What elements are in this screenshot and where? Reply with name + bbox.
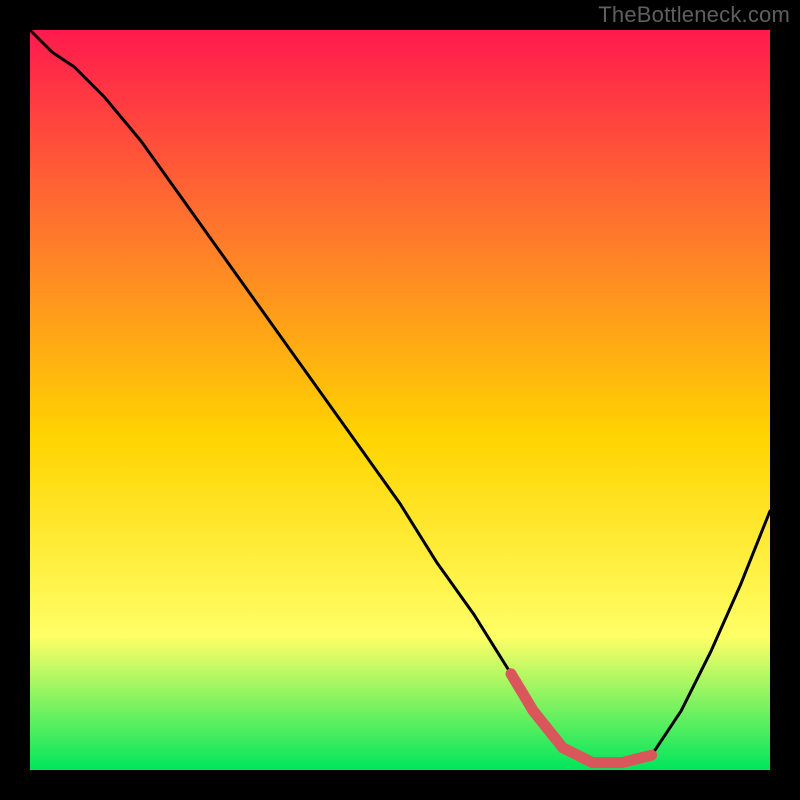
chart-frame: TheBottleneck.com xyxy=(0,0,800,800)
watermark-text: TheBottleneck.com xyxy=(598,2,790,28)
chart-canvas xyxy=(0,0,800,800)
